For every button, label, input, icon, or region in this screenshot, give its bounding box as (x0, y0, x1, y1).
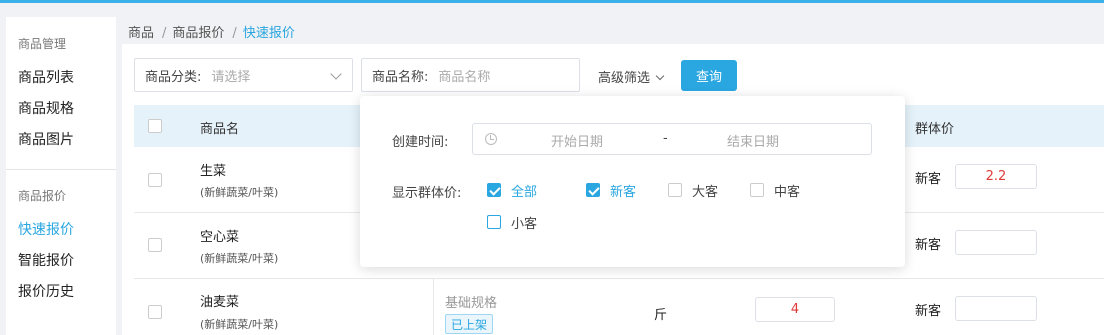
sidebar-group-product-management: 商品管理 (18, 37, 67, 51)
checkbox-large-customer[interactable] (668, 183, 682, 197)
product-name-placeholder: 商品名称 (438, 69, 491, 85)
checkbox-all-label[interactable]: 全部 (511, 181, 537, 200)
checkbox-all[interactable] (487, 183, 501, 197)
created-time-label: 创建时间: (392, 135, 449, 150)
sidebar-group-product-quote: 商品报价 (18, 189, 67, 203)
spec-label: 基础规格 (445, 296, 498, 311)
product-category: (新鲜蔬菜/叶菜) (200, 252, 279, 265)
row-checkbox[interactable] (148, 238, 162, 252)
product-category: (新鲜蔬菜/叶菜) (200, 318, 279, 331)
end-date-input[interactable]: 结束日期 (727, 131, 779, 150)
sidebar-item-product-images[interactable]: 商品图片 (18, 129, 74, 149)
breadcrumb: 商品 / 商品报价 / 快速报价 (128, 22, 301, 41)
row-checkbox[interactable] (148, 305, 162, 319)
unit-label: 斤 (654, 308, 668, 323)
checkbox-large-customer-label[interactable]: 大客 (692, 181, 718, 200)
group-price-input[interactable]: 2.2 (955, 164, 1037, 189)
checkbox-new-customer[interactable] (586, 183, 600, 197)
checkbox-new-customer-label[interactable]: 新客 (610, 181, 636, 200)
product-name: 空心菜 (200, 230, 240, 245)
product-name: 生菜 (200, 164, 227, 179)
sidebar-item-product-spec[interactable]: 商品规格 (18, 98, 74, 118)
breadcrumb-quick-quote: 快速报价 (242, 26, 295, 41)
group-price-input[interactable] (955, 296, 1037, 321)
category-label: 商品分类: (145, 69, 202, 85)
unit-price-input[interactable]: 4 (755, 297, 835, 322)
chevron-down-icon (330, 68, 342, 80)
sidebar-divider (6, 169, 116, 170)
checkbox-medium-customer-label[interactable]: 中客 (774, 181, 800, 200)
query-button[interactable]: 查询 (681, 60, 737, 91)
category-placeholder: 请选择 (211, 69, 251, 85)
breadcrumb-product[interactable]: 商品 (128, 26, 154, 41)
checkbox-small-customer-label[interactable]: 小客 (511, 213, 537, 232)
chevron-down-icon (655, 71, 665, 81)
product-name-input[interactable]: 商品名称: 商品名称 (361, 58, 580, 92)
sidebar: 商品管理 商品列表 商品规格 商品图片 商品报价 快速报价 智能报价 报价历史 (6, 17, 116, 335)
advanced-filter-label: 高级筛选 (598, 71, 651, 86)
product-category: (新鲜蔬菜/叶菜) (200, 186, 279, 199)
tier-label: 新客 (915, 172, 942, 187)
date-range-separator: - (663, 131, 668, 146)
clock-icon (485, 133, 497, 145)
column-divider (433, 278, 434, 335)
header-group-price: 群体价 (915, 122, 955, 137)
advanced-filter-toggle[interactable]: 高级筛选 (598, 67, 665, 86)
tier-label: 新客 (915, 238, 942, 253)
status-badge: 已上架 (445, 314, 494, 334)
header-product-name: 商品名 (200, 122, 240, 137)
start-date-input[interactable]: 开始日期 (551, 131, 603, 150)
advanced-filter-popover: 创建时间: 开始日期 - 结束日期 显示群体价: 全部 新客 大客 中客 小客 (360, 96, 905, 267)
show-group-price-label: 显示群体价: (392, 186, 462, 201)
group-price-input[interactable] (955, 230, 1037, 255)
row-divider (134, 278, 1104, 279)
checkbox-small-customer[interactable] (487, 215, 501, 229)
select-all-checkbox[interactable] (148, 119, 162, 133)
date-range-picker[interactable]: 开始日期 - 结束日期 (472, 123, 872, 155)
product-name-label: 商品名称: (372, 69, 429, 85)
category-select[interactable]: 商品分类: 请选择 (134, 58, 353, 92)
top-accent-bar (0, 0, 1104, 3)
sidebar-item-smart-quote[interactable]: 智能报价 (18, 250, 74, 270)
breadcrumb-product-quote[interactable]: 商品报价 (172, 26, 224, 41)
sidebar-item-product-list[interactable]: 商品列表 (18, 67, 74, 87)
breadcrumb-separator: / (162, 26, 167, 41)
sidebar-item-quote-history[interactable]: 报价历史 (18, 281, 74, 301)
product-name: 油麦菜 (200, 295, 240, 310)
tier-label: 新客 (915, 304, 942, 319)
sidebar-item-quick-quote[interactable]: 快速报价 (18, 219, 74, 239)
breadcrumb-separator: / (232, 26, 237, 41)
checkbox-medium-customer[interactable] (750, 183, 764, 197)
row-checkbox[interactable] (148, 173, 162, 187)
